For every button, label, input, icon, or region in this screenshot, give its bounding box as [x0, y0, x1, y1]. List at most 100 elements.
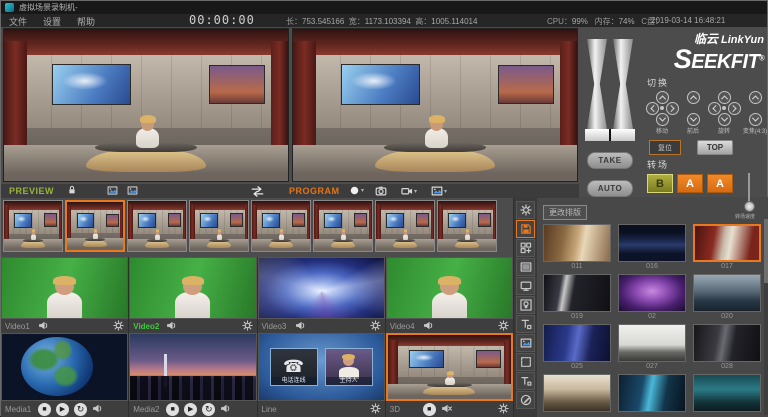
- camera-angle-thumb-2[interactable]: [127, 200, 187, 252]
- gear-icon[interactable]: [498, 403, 509, 416]
- layout-tool-icon[interactable]: [516, 239, 535, 257]
- scene-thumb-10[interactable]: [618, 374, 686, 417]
- transition-button-0[interactable]: B: [647, 174, 673, 193]
- settings-tool-icon[interactable]: [516, 201, 535, 219]
- scene-thumb-011[interactable]: 011: [543, 224, 611, 271]
- bulb-tool-icon[interactable]: [516, 296, 535, 314]
- gear-icon[interactable]: [498, 320, 509, 333]
- camera-angle-thumb-7[interactable]: [437, 200, 497, 252]
- media-thumb[interactable]: [386, 333, 513, 401]
- scene-image[interactable]: [543, 324, 611, 362]
- scene-image[interactable]: [543, 374, 611, 412]
- scene-image[interactable]: [693, 374, 761, 412]
- auto-button[interactable]: AUTO: [587, 180, 633, 197]
- scrollbar-thumb[interactable]: [764, 219, 768, 283]
- camera-angle-thumb-5[interactable]: [313, 200, 373, 252]
- reset-button[interactable]: 复位: [649, 140, 681, 155]
- camcorder-icon[interactable]: ▾: [401, 185, 418, 197]
- speaker-icon[interactable]: [295, 320, 306, 333]
- image-output-icon[interactable]: ▾: [431, 185, 448, 197]
- camera-angle-thumb-1[interactable]: [65, 200, 125, 252]
- monitor-tool-icon[interactable]: [516, 277, 535, 295]
- media-thumb[interactable]: [129, 333, 256, 401]
- pad-left-button[interactable]: [646, 102, 659, 115]
- scene-image[interactable]: [618, 274, 686, 312]
- menu-help[interactable]: 帮助: [77, 15, 95, 28]
- speaker-icon[interactable]: [166, 320, 177, 333]
- stop-button[interactable]: ■: [38, 403, 51, 416]
- dropdown-caret[interactable]: ▾: [444, 188, 448, 195]
- transition-button-2[interactable]: A: [707, 174, 733, 193]
- media-thumb[interactable]: ☎电话连线主持人: [258, 333, 385, 401]
- gear-icon[interactable]: [370, 403, 381, 416]
- key-image2-icon[interactable]: [127, 185, 138, 196]
- pad-up-button[interactable]: [687, 91, 700, 104]
- camera-angle-thumb-6[interactable]: [375, 200, 435, 252]
- scene-thumb-028[interactable]: 028: [693, 324, 761, 371]
- change-layout-button[interactable]: 更改排版: [543, 205, 587, 220]
- snapshot-camera-icon[interactable]: [375, 185, 387, 197]
- menu-file[interactable]: 文件: [9, 15, 27, 28]
- pad-down-button[interactable]: [749, 113, 762, 126]
- camera-angle-thumb-3[interactable]: [189, 200, 249, 252]
- image-tool-icon[interactable]: [516, 334, 535, 352]
- loop-button[interactable]: ↻: [74, 403, 87, 416]
- loop-button[interactable]: ↻: [202, 403, 215, 416]
- video-thumb[interactable]: [1, 257, 128, 319]
- scene-image[interactable]: [693, 224, 761, 262]
- scene-thumb-016[interactable]: 016: [618, 224, 686, 271]
- frame-tool-icon[interactable]: [516, 353, 535, 371]
- text-tool-icon[interactable]: [516, 315, 535, 333]
- pad-down-button[interactable]: [687, 113, 700, 126]
- speaker-icon[interactable]: [220, 403, 231, 416]
- caption-tool-icon[interactable]: [516, 372, 535, 390]
- list-tool-icon[interactable]: [516, 258, 535, 276]
- scene-thumb-027[interactable]: 027: [618, 324, 686, 371]
- lock-icon[interactable]: [67, 185, 77, 195]
- play-button[interactable]: ▶: [56, 403, 69, 416]
- gear-icon[interactable]: [242, 320, 253, 333]
- key-image-icon[interactable]: [107, 185, 118, 196]
- scene-image[interactable]: [543, 274, 611, 312]
- stop-button[interactable]: ■: [166, 403, 179, 416]
- take-button[interactable]: TAKE: [587, 152, 633, 169]
- scene-thumb-02[interactable]: 02: [618, 274, 686, 321]
- menu-settings[interactable]: 设置: [43, 15, 61, 28]
- host-tile[interactable]: 主持人: [325, 348, 373, 386]
- scene-thumb-025[interactable]: 025: [543, 324, 611, 371]
- play-button[interactable]: ▶: [184, 403, 197, 416]
- media-thumb[interactable]: [1, 333, 128, 401]
- speaker-icon[interactable]: [423, 320, 434, 333]
- swap-icon[interactable]: [251, 185, 264, 198]
- stop-button[interactable]: ■: [423, 403, 436, 416]
- camera-angle-thumb-4[interactable]: [251, 200, 311, 252]
- draw-tool-icon[interactable]: [516, 391, 535, 409]
- speaker-icon[interactable]: [92, 403, 103, 416]
- scene-image[interactable]: [543, 224, 611, 262]
- gear-icon[interactable]: [370, 320, 381, 333]
- scene-image[interactable]: [693, 274, 761, 312]
- t-bar-fader[interactable]: [587, 39, 633, 141]
- video-thumb[interactable]: [386, 257, 513, 319]
- pad-down-button[interactable]: [718, 113, 731, 126]
- dropdown-caret[interactable]: ▾: [361, 187, 365, 194]
- gear-icon[interactable]: [113, 320, 124, 333]
- scene-thumb-020[interactable]: 020: [693, 274, 761, 321]
- scene-thumb-019[interactable]: 019: [543, 274, 611, 321]
- scene-thumb-017[interactable]: 017: [693, 224, 761, 271]
- dropdown-caret[interactable]: ▾: [414, 188, 418, 195]
- speaker-icon[interactable]: [38, 320, 49, 333]
- pad-down-button[interactable]: [656, 113, 669, 126]
- camera-angle-thumb-0[interactable]: [3, 200, 63, 252]
- pad-up-button[interactable]: [718, 91, 731, 104]
- record-icon[interactable]: ▾: [349, 185, 365, 196]
- scene-image[interactable]: [693, 324, 761, 362]
- phone-call-tile[interactable]: ☎电话连线: [270, 348, 318, 386]
- transition-button-1[interactable]: A: [677, 174, 703, 193]
- scene-image[interactable]: [618, 224, 686, 262]
- scene-image[interactable]: [618, 374, 686, 412]
- video-thumb[interactable]: [258, 257, 385, 319]
- scrollbar[interactable]: [764, 219, 768, 415]
- save-tool-icon[interactable]: [516, 220, 535, 238]
- video-thumb[interactable]: [129, 257, 256, 319]
